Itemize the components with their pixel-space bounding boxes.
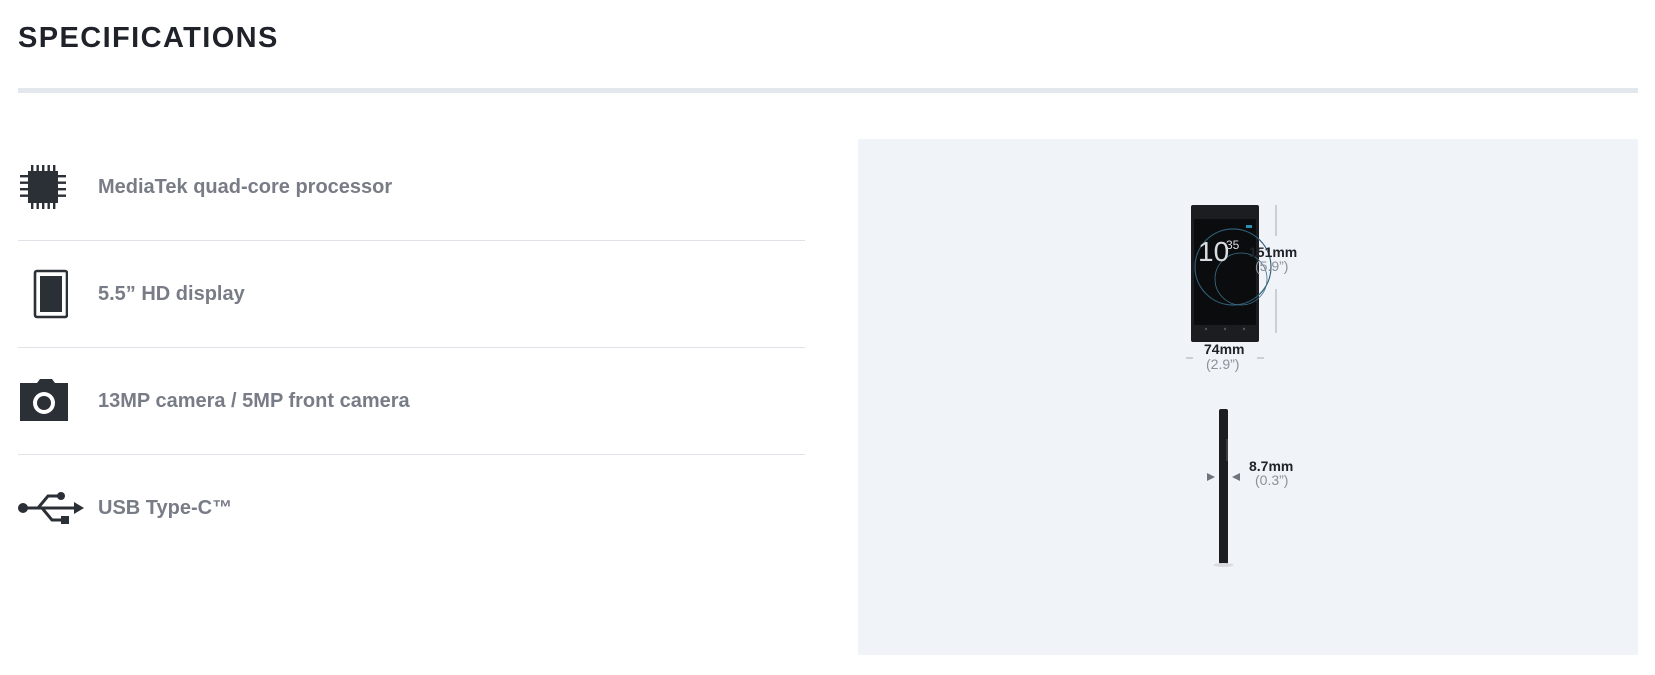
width-indicator: 74mm (2.9”) xyxy=(1186,341,1264,372)
spec-label-display: 5.5” HD display xyxy=(98,282,245,305)
dimensions-diagram: 10 35 151mm (5.9”) 74mm (2.9”) 8.7mm (0.… xyxy=(1186,205,1297,567)
screen-clock-hour: 10 xyxy=(1198,236,1229,267)
height-imperial: (5.9”) xyxy=(1255,258,1288,274)
phone-display-icon xyxy=(18,264,84,324)
depth-imperial: (0.3”) xyxy=(1255,472,1288,488)
spec-item-camera: 13MP camera / 5MP front camera xyxy=(18,347,805,454)
screen-clock-minute: 35 xyxy=(1226,238,1240,252)
width-metric: 74mm xyxy=(1204,341,1244,357)
spec-item-display: 5.5” HD display xyxy=(18,240,805,347)
spec-item-processor: MediaTek quad-core processor xyxy=(18,134,805,240)
spec-item-usb: USB Type-C™ xyxy=(18,454,805,561)
title-divider xyxy=(18,88,1638,93)
processor-chip-icon xyxy=(18,157,84,217)
spec-label-processor: MediaTek quad-core processor xyxy=(98,175,393,198)
camera-icon xyxy=(18,371,84,431)
width-imperial: (2.9”) xyxy=(1206,356,1239,372)
phone-side-image xyxy=(1213,409,1234,567)
spec-list: MediaTek quad-core processor 5.5” HD dis… xyxy=(18,134,805,561)
usb-icon xyxy=(18,478,84,538)
spec-label-usb: USB Type-C™ xyxy=(98,496,233,519)
dimensions-panel: 10 35 151mm (5.9”) 74mm (2.9”) 8.7mm (0.… xyxy=(858,139,1638,655)
page-title: SPECIFICATIONS xyxy=(18,22,279,54)
spec-label-camera: 13MP camera / 5MP front camera xyxy=(98,389,410,412)
